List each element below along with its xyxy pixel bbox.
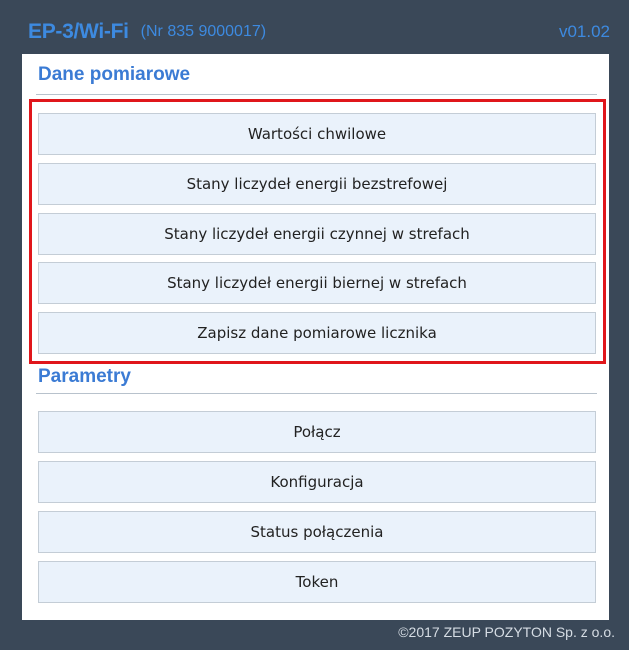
- button-connect[interactable]: Połącz: [38, 411, 596, 453]
- section-title-measurements: Dane pomiarowe: [38, 64, 191, 85]
- button-token[interactable]: Token: [38, 561, 596, 603]
- button-configuration[interactable]: Konfiguracja: [38, 461, 596, 503]
- button-reactive-energy-zones[interactable]: Stany liczydeł energii biernej w strefac…: [38, 262, 596, 304]
- device-serial: (Nr 835 9000017): [140, 23, 267, 40]
- section-title-parameters: Parametry: [38, 366, 131, 387]
- button-save-meter-data[interactable]: Zapisz dane pomiarowe licznika: [38, 312, 596, 354]
- footer-copyright: ©2017 ZEUP POZYTON Sp. z o.o.: [398, 624, 615, 640]
- main-panel: Dane pomiarowe Wartości chwilowe Stany l…: [22, 54, 609, 620]
- section-divider: [36, 393, 597, 394]
- header-bar: EP-3/Wi-Fi (Nr 835 9000017) v01.02: [22, 14, 614, 50]
- section-divider: [36, 94, 597, 95]
- button-nonzonal-energy[interactable]: Stany liczydeł energii bezstrefowej: [38, 163, 596, 205]
- button-connection-status[interactable]: Status połączenia: [38, 511, 596, 553]
- firmware-version: v01.02: [558, 22, 610, 41]
- button-instant-values[interactable]: Wartości chwilowe: [38, 113, 596, 155]
- app-frame: EP-3/Wi-Fi (Nr 835 9000017) v01.02 Dane …: [0, 0, 629, 650]
- button-active-energy-zones[interactable]: Stany liczydeł energii czynnej w strefac…: [38, 213, 596, 255]
- device-title: EP-3/Wi-Fi: [28, 20, 129, 43]
